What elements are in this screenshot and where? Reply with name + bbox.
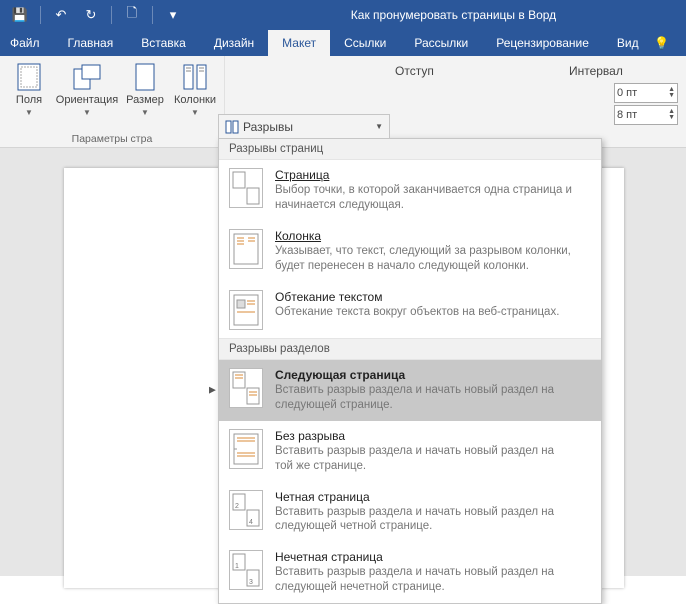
tab-review[interactable]: Рецензирование xyxy=(482,30,603,56)
column-break-icon xyxy=(229,229,263,269)
tab-references[interactable]: Ссылки xyxy=(330,30,400,56)
menu-item-text-wrapping[interactable]: Обтекание текстом Обтекание текста вокру… xyxy=(219,282,601,338)
menu-header-page-breaks: Разрывы страниц xyxy=(219,139,601,160)
chevron-down-icon: ▼ xyxy=(25,108,33,117)
menu-item-description: Вставить разрыв раздела и начать новый р… xyxy=(275,444,575,474)
spinner-arrows-icon: ▲▼ xyxy=(668,87,675,99)
menu-item-description: Вставить разрыв раздела и начать новый р… xyxy=(275,565,575,595)
svg-text:4: 4 xyxy=(249,519,253,526)
menu-item-description: Выбор точки, в которой заканчивается одн… xyxy=(275,183,575,213)
save-button[interactable]: 💾 xyxy=(6,2,34,28)
breaks-label: Разрывы xyxy=(243,120,293,134)
continuous-section-icon xyxy=(229,429,263,469)
menu-item-title: Нечетная страница xyxy=(275,550,575,564)
spin-value: 0 пт xyxy=(617,87,637,99)
menu-item-description: Вставить разрыв раздела и начать новый р… xyxy=(275,505,575,535)
chevron-down-icon: ▼ xyxy=(83,108,91,117)
menu-item-even-page[interactable]: 24 Четная страница Вставить разрыв разде… xyxy=(219,482,601,543)
tab-insert[interactable]: Вставка xyxy=(127,30,200,56)
qat-more-button[interactable]: ▾ xyxy=(159,2,187,28)
ribbon: Поля ▼ Ориентация ▼ Размер ▼ Колонки ▼ П… xyxy=(0,56,686,148)
menu-item-description: Обтекание текста вокруг объектов на веб-… xyxy=(275,305,559,320)
undo-button[interactable]: ↶ xyxy=(47,2,75,28)
chevron-down-icon: ▼ xyxy=(191,108,199,117)
breaks-icon xyxy=(225,120,239,134)
columns-button[interactable]: Колонки ▼ xyxy=(170,58,220,117)
tab-file[interactable]: Файл xyxy=(0,30,54,56)
breaks-menu: Разрывы страниц Страница Выбор точки, в … xyxy=(218,138,602,604)
spin-value: 8 пт xyxy=(617,109,637,121)
separator xyxy=(152,6,153,24)
menu-item-title: Без разрыва xyxy=(275,429,575,443)
chevron-down-icon: ▼ xyxy=(375,122,383,131)
size-label: Размер xyxy=(126,94,164,106)
page-break-icon xyxy=(229,168,263,208)
title-bar: 💾 ↶ ↻ 🗋 ▾ Как пронумеровать страницы в В… xyxy=(0,0,686,30)
spacing-label: Интервал xyxy=(569,64,623,78)
chevron-down-icon: ▼ xyxy=(141,108,149,117)
next-page-section-icon xyxy=(229,368,263,408)
menu-item-description: Указывает, что текст, следующий за разры… xyxy=(275,244,575,274)
separator xyxy=(40,6,41,24)
odd-page-section-icon: 13 xyxy=(229,550,263,590)
svg-text:2: 2 xyxy=(235,503,239,510)
group-label-page-setup: Параметры стра xyxy=(4,131,220,147)
orientation-button[interactable]: Ориентация ▼ xyxy=(54,58,120,117)
margins-button[interactable]: Поля ▼ xyxy=(4,58,54,117)
columns-label: Колонки xyxy=(174,94,216,106)
svg-text:1: 1 xyxy=(235,563,239,570)
orientation-icon xyxy=(72,62,102,92)
document-title: Как пронумеровать страницы в Ворд xyxy=(187,8,680,22)
group-page-setup: Поля ▼ Ориентация ▼ Размер ▼ Колонки ▼ П… xyxy=(0,56,225,147)
menu-item-description: Вставить разрыв раздела и начать новый р… xyxy=(275,383,575,413)
breaks-dropdown-button[interactable]: Разрывы ▼ xyxy=(218,114,390,138)
menu-item-next-page[interactable]: ▶ Следующая страница Вставить разрыв раз… xyxy=(219,360,601,421)
menu-item-column[interactable]: Колонка Указывает, что текст, следующий … xyxy=(219,221,601,282)
quick-access-toolbar: 💾 ↶ ↻ 🗋 ▾ xyxy=(6,2,187,28)
submenu-arrow-icon: ▶ xyxy=(209,385,216,396)
menu-item-title: Следующая страница xyxy=(275,368,575,382)
size-button[interactable]: Размер ▼ xyxy=(120,58,170,117)
ribbon-tabs: Файл Главная Вставка Дизайн Макет Ссылки… xyxy=(0,30,686,56)
separator xyxy=(111,6,112,24)
size-icon xyxy=(130,62,160,92)
tab-home[interactable]: Главная xyxy=(54,30,128,56)
menu-item-title: Четная страница xyxy=(275,490,575,504)
spacing-after-input[interactable]: 8 пт ▲▼ xyxy=(614,105,678,125)
redo-button[interactable]: ↻ xyxy=(77,2,105,28)
tab-mailings[interactable]: Рассылки xyxy=(400,30,482,56)
orientation-label: Ориентация xyxy=(56,94,118,106)
menu-header-section-breaks: Разрывы разделов xyxy=(219,338,601,360)
text-wrapping-icon xyxy=(229,290,263,330)
spinner-arrows-icon: ▲▼ xyxy=(668,109,675,121)
svg-text:3: 3 xyxy=(249,579,253,586)
menu-item-odd-page[interactable]: 13 Нечетная страница Вставить разрыв раз… xyxy=(219,542,601,603)
new-doc-button[interactable]: 🗋 xyxy=(118,2,146,28)
indent-label: Отступ xyxy=(395,64,434,78)
margins-icon xyxy=(14,62,44,92)
tab-design[interactable]: Дизайн xyxy=(200,30,268,56)
menu-item-title: Обтекание текстом xyxy=(275,290,559,304)
menu-item-title: Колонка xyxy=(275,229,575,243)
tab-view[interactable]: Вид xyxy=(603,30,653,56)
tell-me-icon[interactable]: 💡 xyxy=(653,30,671,56)
spacing-before-input[interactable]: 0 пт ▲▼ xyxy=(614,83,678,103)
tab-layout[interactable]: Макет xyxy=(268,30,330,56)
even-page-section-icon: 24 xyxy=(229,490,263,530)
menu-item-title: Страница xyxy=(275,168,575,182)
columns-icon xyxy=(180,62,210,92)
menu-item-page[interactable]: Страница Выбор точки, в которой заканчив… xyxy=(219,160,601,221)
menu-item-continuous[interactable]: Без разрыва Вставить разрыв раздела и на… xyxy=(219,421,601,482)
margins-label: Поля xyxy=(16,94,42,106)
